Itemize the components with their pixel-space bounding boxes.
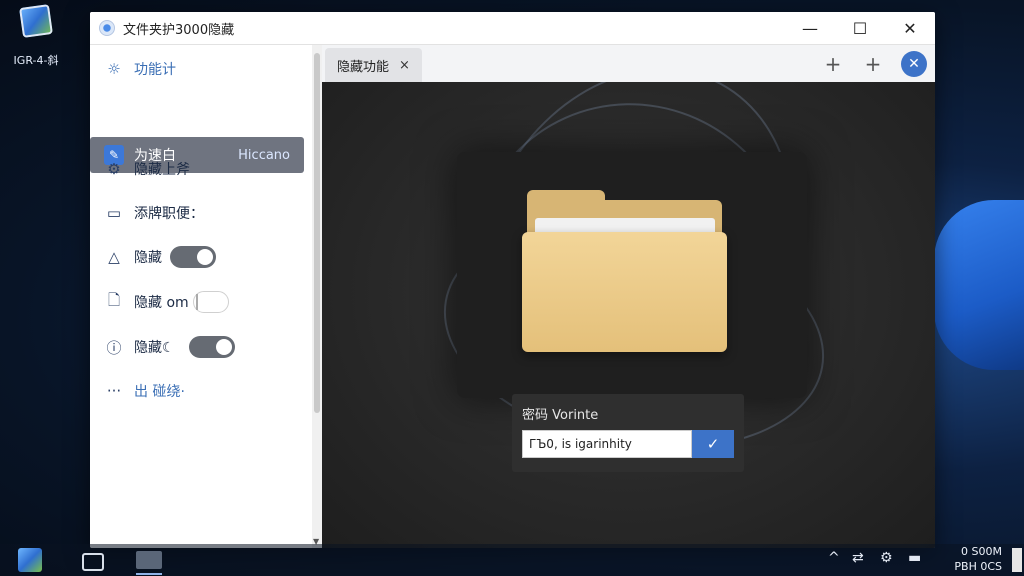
sidebar: ☼ 功能计 ✎ 为速白 Hiccano ⚙ 隐藏上斧 ▭ 添牌职便： △ 隐藏 … <box>90 45 312 548</box>
sidebar-header-label: 功能计 <box>134 62 176 78</box>
wallpaper-shape <box>934 200 1024 370</box>
close-button[interactable]: ✕ <box>885 12 935 44</box>
sidebar-more[interactable]: ··· 出 碰绕· <box>104 379 185 403</box>
scrollbar-thumb[interactable] <box>314 53 320 413</box>
taskbar-window-icon[interactable] <box>82 553 104 571</box>
tab-hide-function[interactable]: 隐藏功能 × <box>325 48 422 82</box>
sidebar-active-sublabel: Hiccano <box>238 147 290 163</box>
submit-button[interactable]: ✓ <box>692 430 734 458</box>
add-tab-button[interactable]: + <box>821 52 845 76</box>
close-circle-button[interactable]: ✕ <box>901 51 927 77</box>
app-shortcut-icon <box>19 4 53 38</box>
app-logo-icon <box>99 20 115 36</box>
folder-viewport: 密码 Vorinte ГЪ0, is igarinhity ✓ <box>322 82 935 548</box>
desktop-shortcut[interactable]: IGR-4-斜 <box>8 4 64 68</box>
info-icon: ⓘ <box>106 338 122 357</box>
title-bar[interactable]: 文件夹护3000隐藏 — ☐ ✕ <box>90 12 935 45</box>
sidebar-more-label: 出 碰绕· <box>134 384 185 400</box>
tray-battery-icon[interactable]: ▬ <box>908 550 921 566</box>
warning-icon: △ <box>108 248 120 266</box>
sun-gear-icon: ☼ <box>107 60 121 78</box>
sidebar-item-label: 隐藏 <box>134 250 162 266</box>
password-panel: 密码 Vorinte ГЪ0, is igarinhity ✓ <box>512 394 744 472</box>
tab-label: 隐藏功能 <box>337 59 390 75</box>
add-button[interactable]: + <box>861 52 885 76</box>
hide-om-toggle[interactable] <box>192 291 229 313</box>
sidebar-item-hide: △ 隐藏 <box>104 245 216 269</box>
sidebar-item-hide-settings[interactable]: ⚙ 隐藏上斧 <box>104 157 190 181</box>
minimize-button[interactable]: — <box>785 12 835 44</box>
active-indicator <box>136 573 162 575</box>
sidebar-item-label: 添牌职便： <box>134 206 204 222</box>
sidebar-item-hide-om: 🗋 隐藏 om <box>104 290 229 314</box>
tray-chevron-icon[interactable]: ^ <box>828 550 840 566</box>
clock-time: 0 S00M <box>961 545 1002 558</box>
sidebar-item-label: 隐藏☾ <box>134 340 175 356</box>
hide-toggle[interactable] <box>170 246 216 268</box>
sidebar-item-label: 隐藏上斧 <box>134 162 190 178</box>
sidebar-scrollbar[interactable]: ▼ <box>312 45 322 548</box>
show-desktop-button[interactable] <box>1012 548 1022 572</box>
folder-icon[interactable] <box>522 232 727 352</box>
document-icon: 🗋 <box>107 290 121 309</box>
clock-date: PBH 0CS <box>954 560 1002 573</box>
main-panel: 隐藏功能 × + + ✕ 密码 Vorinte ГЪ0, is igarinhi… <box>322 45 935 548</box>
window-title: 文件夹护3000隐藏 <box>123 22 235 38</box>
password-input[interactable]: ГЪ0, is igarinhity <box>522 430 692 458</box>
taskbar-clock[interactable]: 0 S00M PBH 0CS <box>954 544 1002 574</box>
maximize-button[interactable]: ☐ <box>835 12 885 44</box>
tab-close-icon[interactable]: × <box>399 58 410 73</box>
sidebar-item-hide-moon: ⓘ 隐藏☾ <box>104 335 235 359</box>
hide-moon-toggle[interactable] <box>188 336 235 358</box>
tray-network-icon[interactable]: ⇄ <box>852 550 864 566</box>
desktop-shortcut-label: IGR-4-斜 <box>13 54 59 67</box>
sidebar-item-add-folder[interactable]: ▭ 添牌职便： <box>104 201 204 225</box>
more-icon: ··· <box>106 382 122 400</box>
tab-bar: 隐藏功能 × + + ✕ <box>322 45 935 83</box>
app-window: 文件夹护3000隐藏 — ☐ ✕ ☼ 功能计 ✎ 为速白 Hiccano ⚙ 隐… <box>90 12 935 548</box>
tray-settings-icon[interactable]: ⚙ <box>880 550 893 566</box>
folder-icon: ▭ <box>106 204 122 222</box>
gear-icon: ⚙ <box>107 160 121 178</box>
taskbar-active-app-icon[interactable] <box>136 551 162 569</box>
taskbar-app-icon[interactable] <box>18 548 42 572</box>
sidebar-header[interactable]: ☼ 功能计 <box>104 57 176 81</box>
sidebar-item-label: 隐藏 om <box>134 295 189 311</box>
password-label: 密码 Vorinte <box>522 408 599 423</box>
taskbar: ^ ⇄ ⚙ ▬ 0 S00M PBH 0CS <box>0 544 1024 576</box>
